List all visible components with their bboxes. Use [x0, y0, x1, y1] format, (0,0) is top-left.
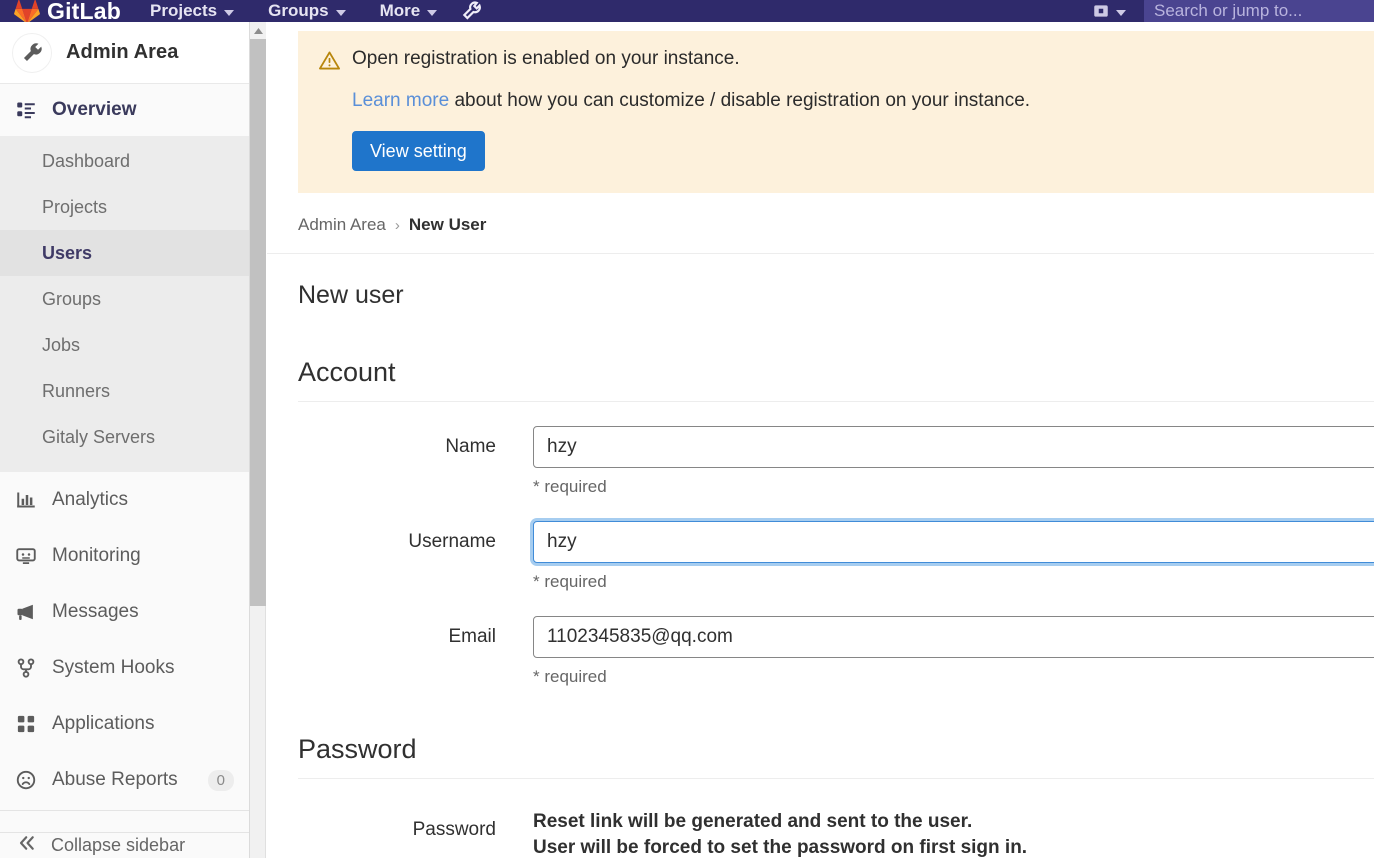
sidebar-subitem-label: Jobs — [42, 334, 81, 355]
username-required-hint: * required — [533, 572, 607, 591]
sidebar-item-groups[interactable]: Groups — [0, 276, 249, 322]
sidebar-item-projects[interactable]: Projects — [0, 184, 249, 230]
username-field-label: Username — [408, 531, 496, 552]
email-input[interactable] — [533, 616, 1374, 658]
sidebar-item-label: Analytics — [52, 489, 129, 510]
sidebar-item-abuse-reports[interactable]: Abuse Reports 0 — [0, 752, 249, 808]
sidebar-item-overview[interactable]: Overview — [0, 84, 249, 136]
password-section-heading: Password — [298, 734, 1374, 779]
gitlab-tanuki-logo-icon — [14, 0, 40, 22]
warning-triangle-icon — [318, 48, 341, 77]
sidebar-item-label: Applications — [52, 713, 155, 734]
scrollbar-thumb[interactable] — [250, 39, 266, 606]
sidebar-subitem-label: Users — [42, 242, 93, 263]
page-title: New user — [298, 281, 404, 309]
overview-icon — [15, 100, 37, 120]
password-reset-info-line2: User will be forced to set the password … — [533, 836, 1028, 858]
nav-admin-area-button[interactable] — [460, 0, 486, 22]
sidebar-context-title: Admin Area — [66, 41, 179, 63]
wrench-icon — [12, 32, 52, 73]
sidebar-item-users[interactable]: Users — [0, 230, 249, 276]
sidebar-subitem-label: Projects — [42, 196, 108, 217]
scroll-up-arrow-icon[interactable] — [250, 22, 266, 39]
open-registration-alert: Open registration is enabled on your ins… — [298, 31, 1374, 193]
chevron-down-icon — [224, 9, 235, 16]
password-reset-info-line1: Reset link will be generated and sent to… — [533, 811, 973, 832]
sidebar-item-messages[interactable]: Messages — [0, 584, 249, 640]
sidebar-item-jobs[interactable]: Jobs — [0, 322, 249, 368]
sidebar-subitem-label: Groups — [42, 288, 102, 309]
search-placeholder-text: Search or jump to... — [1154, 1, 1303, 20]
abuse-icon — [15, 770, 37, 790]
chevron-double-left-icon — [17, 833, 37, 858]
email-required-hint: * required — [533, 667, 607, 686]
breadcrumb-admin-area-link[interactable]: Admin Area — [298, 215, 386, 235]
collapse-sidebar-button[interactable]: Collapse sidebar — [0, 832, 249, 858]
gitlab-home-link[interactable]: GitLab — [0, 0, 133, 22]
nav-more-label: More — [379, 1, 421, 20]
search-input[interactable]: Search or jump to... — [1144, 0, 1374, 22]
monitor-icon — [15, 546, 37, 566]
sidebar-subitem-label: Gitaly Servers — [42, 426, 156, 447]
nav-more-dropdown[interactable]: More — [363, 0, 455, 22]
nav-right-section: Search or jump to... — [1082, 0, 1374, 22]
gitlab-brand-text: GitLab — [47, 0, 122, 22]
nav-groups-label: Groups — [268, 1, 329, 20]
chevron-down-icon — [427, 9, 438, 16]
top-navigation-bar: GitLab Projects Groups More Search or ju… — [0, 0, 1374, 22]
sidebar-item-applications[interactable]: Applications — [0, 696, 249, 752]
sidebar-overview-label: Overview — [52, 99, 137, 120]
alert-title: Open registration is enabled on your ins… — [352, 48, 740, 69]
learn-more-link[interactable]: Learn more — [352, 90, 449, 111]
megaphone-icon — [15, 602, 37, 622]
username-input[interactable] — [533, 521, 1374, 563]
sidebar-item-monitoring[interactable]: Monitoring — [0, 528, 249, 584]
hook-icon — [15, 658, 37, 678]
nav-projects-label: Projects — [150, 1, 218, 20]
main-content: Open registration is enabled on your ins… — [267, 22, 1374, 858]
collapse-sidebar-label: Collapse sidebar — [51, 835, 186, 855]
sidebar-subitem-label: Runners — [42, 380, 111, 401]
alert-description: Learn more about how you can customize /… — [352, 90, 1374, 112]
name-field-label: Name — [445, 436, 496, 457]
chart-icon — [15, 490, 37, 510]
sidebar-overview-submenu: Dashboard Projects Users Groups Jobs Run… — [0, 136, 249, 472]
sidebar-item-label: System Hooks — [52, 657, 175, 678]
breadcrumb: Admin Area › New User — [267, 215, 1374, 254]
view-setting-button[interactable]: View setting — [352, 131, 485, 171]
name-input[interactable] — [533, 426, 1374, 468]
sidebar-item-label: Abuse Reports — [52, 769, 178, 790]
sidebar-item-runners[interactable]: Runners — [0, 368, 249, 414]
name-required-hint: * required — [533, 477, 607, 496]
name-field-row: Name * required — [267, 426, 1374, 497]
apps-grid-icon — [15, 714, 37, 734]
nav-projects-dropdown[interactable]: Projects — [133, 0, 251, 22]
breadcrumb-separator-icon: › — [394, 216, 400, 234]
email-field-label: Email — [448, 626, 496, 647]
sidebar-item-gitaly-servers[interactable]: Gitaly Servers — [0, 414, 249, 460]
sidebar-item-system-hooks[interactable]: System Hooks — [0, 640, 249, 696]
email-field-row: Email * required — [267, 616, 1374, 687]
password-field-label: Password — [412, 819, 496, 840]
password-field-row: Password Reset link will be generated an… — [267, 809, 1374, 858]
sidebar-subitem-label: Dashboard — [42, 150, 131, 171]
chevron-down-icon — [335, 9, 346, 16]
nav-issues-dropdown[interactable] — [1082, 0, 1136, 22]
breadcrumb-current-page: New User — [408, 215, 487, 234]
alert-description-text: about how you can customize / disable re… — [449, 90, 1031, 111]
sidebar-item-label: Messages — [52, 601, 139, 622]
sidebar-context-header[interactable]: Admin Area — [0, 22, 249, 84]
sidebar-item-dashboard[interactable]: Dashboard — [0, 138, 249, 184]
username-field-row: Username * required — [267, 521, 1374, 592]
sidebar-scrollbar[interactable] — [250, 22, 266, 858]
chevron-down-icon — [1116, 9, 1126, 16]
abuse-reports-count-badge: 0 — [207, 769, 234, 791]
nav-groups-dropdown[interactable]: Groups — [251, 0, 362, 22]
account-section-heading: Account — [298, 357, 1374, 402]
sidebar-item-analytics[interactable]: Analytics — [0, 472, 249, 528]
admin-sidebar: Admin Area Overview Dashboard Projects U… — [0, 22, 250, 858]
sidebar-item-label: Monitoring — [52, 545, 141, 566]
sidebar-divider — [0, 810, 249, 811]
